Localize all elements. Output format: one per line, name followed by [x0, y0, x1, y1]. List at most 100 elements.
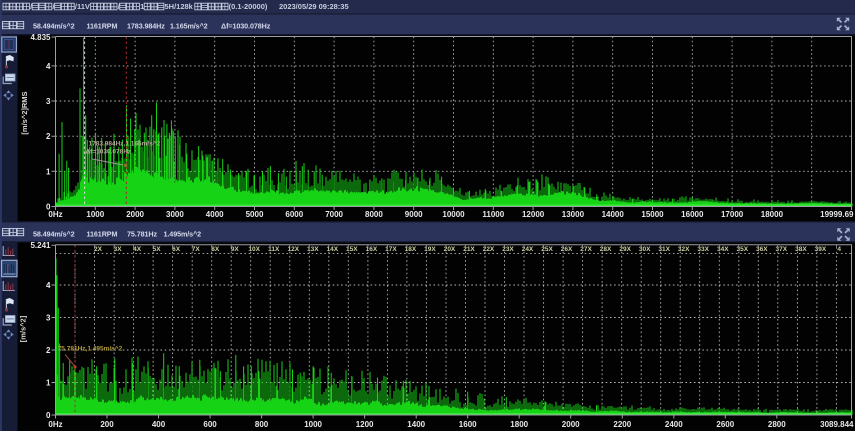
svg-text:7000: 7000 [325, 210, 343, 219]
svg-text:4000: 4000 [206, 210, 224, 219]
svg-text:1783.984Hz,1.165m/s^2: 1783.984Hz,1.165m/s^2 [89, 140, 161, 148]
svg-text:2023/05/29 09:28:35: 2023/05/29 09:28:35 [279, 2, 349, 11]
svg-text:8000: 8000 [365, 210, 383, 219]
svg-text:4: 4 [837, 246, 841, 253]
svg-text:3: 3 [46, 97, 51, 106]
svg-text:32X: 32X [678, 246, 690, 253]
svg-text:4: 4 [46, 62, 51, 71]
svg-text:/11V: /11V [75, 2, 90, 11]
svg-text:37X: 37X [776, 246, 788, 253]
svg-text:75.781Hz: 75.781Hz [127, 229, 157, 238]
svg-text:10000: 10000 [442, 210, 465, 219]
svg-text:1800: 1800 [510, 420, 528, 429]
svg-text:33X: 33X [697, 246, 709, 253]
svg-text:1.165m/s^2: 1.165m/s^2 [170, 21, 208, 30]
svg-text:12X: 12X [288, 246, 300, 253]
svg-text:14000: 14000 [602, 210, 625, 219]
svg-text:1000: 1000 [304, 420, 322, 429]
svg-text:2000: 2000 [562, 420, 580, 429]
svg-text:30X: 30X [639, 246, 651, 253]
svg-text:0Hz: 0Hz [48, 210, 62, 219]
svg-text:16X: 16X [366, 246, 378, 253]
svg-text:58.494m/s^2: 58.494m/s^2 [33, 229, 75, 238]
svg-text:23X: 23X [502, 246, 514, 253]
svg-text:5000: 5000 [246, 210, 264, 219]
svg-text:[m/s^2]RMS: [m/s^2]RMS [20, 91, 29, 134]
svg-text:200: 200 [100, 420, 114, 429]
svg-text:24X: 24X [522, 246, 534, 253]
svg-text:11000: 11000 [482, 210, 504, 219]
svg-text:15X: 15X [346, 246, 358, 253]
svg-text:1: 1 [140, 2, 144, 11]
svg-text:19X: 19X [424, 246, 436, 253]
svg-text:10X: 10X [248, 246, 260, 253]
svg-text:25X: 25X [541, 246, 553, 253]
svg-text:5X: 5X [153, 246, 162, 253]
svg-text:2600: 2600 [716, 420, 734, 429]
svg-text:0: 0 [46, 411, 51, 420]
svg-text:9X: 9X [231, 246, 240, 253]
svg-text:1400: 1400 [407, 420, 425, 429]
svg-text:0Hz: 0Hz [48, 420, 62, 429]
svg-text:4: 4 [46, 281, 51, 290]
svg-text:31X: 31X [658, 246, 670, 253]
svg-text:15000: 15000 [641, 210, 664, 219]
svg-text:35X: 35X [737, 246, 749, 253]
svg-text:21X: 21X [463, 246, 475, 253]
svg-text:5H/128k: 5H/128k [165, 2, 194, 11]
svg-text:2: 2 [46, 132, 51, 141]
svg-text:39X: 39X [815, 246, 827, 253]
svg-text:17000: 17000 [721, 210, 744, 219]
svg-text:38X: 38X [795, 246, 807, 253]
svg-text:2X: 2X [94, 246, 103, 253]
svg-text:4.835: 4.835 [30, 33, 51, 42]
svg-text:1000: 1000 [86, 210, 104, 219]
svg-text:13000: 13000 [562, 210, 585, 219]
svg-text:3000: 3000 [166, 210, 184, 219]
svg-text:18X: 18X [405, 246, 417, 253]
svg-text:1161RPM: 1161RPM [87, 229, 118, 238]
svg-text:1.495m/s^2: 1.495m/s^2 [164, 229, 202, 238]
svg-text:13X: 13X [307, 246, 319, 253]
svg-text:1: 1 [46, 379, 51, 388]
svg-text:29X: 29X [619, 246, 631, 253]
svg-text:14X: 14X [327, 246, 339, 253]
svg-text:3X: 3X [114, 246, 123, 253]
svg-text:58.494m/s^2: 58.494m/s^2 [33, 21, 75, 30]
svg-text:2: 2 [46, 346, 51, 355]
svg-text:1200: 1200 [356, 420, 374, 429]
svg-text:Δf=1030.078Hz: Δf=1030.078Hz [221, 21, 271, 30]
svg-text:1161RPM: 1161RPM [87, 21, 118, 30]
svg-text:28X: 28X [600, 246, 612, 253]
svg-text:2000: 2000 [126, 210, 144, 219]
svg-text:7X: 7X [192, 246, 201, 253]
svg-text:3: 3 [46, 314, 51, 323]
svg-text:1600: 1600 [459, 420, 477, 429]
svg-text:12000: 12000 [522, 210, 545, 219]
svg-text:600: 600 [203, 420, 217, 429]
svg-text:5.241: 5.241 [30, 241, 51, 250]
svg-text:18000: 18000 [761, 210, 784, 219]
svg-text:Δf=1030.078Hz: Δf=1030.078Hz [86, 149, 132, 156]
svg-text:26X: 26X [561, 246, 573, 253]
svg-text:1: 1 [46, 167, 51, 176]
svg-text:27X: 27X [580, 246, 592, 253]
svg-text:19999.69: 19999.69 [820, 210, 854, 219]
svg-text:20X: 20X [444, 246, 456, 253]
svg-text:400: 400 [152, 420, 166, 429]
svg-text:6000: 6000 [285, 210, 303, 219]
svg-text:36X: 36X [756, 246, 768, 253]
svg-text:9000: 9000 [405, 210, 423, 219]
svg-text:1783.984Hz: 1783.984Hz [127, 21, 165, 30]
svg-text:6X: 6X [172, 246, 181, 253]
svg-text:8X: 8X [211, 246, 220, 253]
svg-text:(0.1-20000): (0.1-20000) [229, 2, 268, 11]
svg-text:16000: 16000 [681, 210, 704, 219]
svg-text:[m/s^2]: [m/s^2] [19, 315, 28, 342]
svg-text:17X: 17X [385, 246, 397, 253]
svg-text:2400: 2400 [665, 420, 683, 429]
svg-text:2800: 2800 [768, 420, 786, 429]
svg-text:3089.844: 3089.844 [820, 420, 854, 429]
svg-text:2200: 2200 [613, 420, 631, 429]
svg-text:34X: 34X [717, 246, 729, 253]
